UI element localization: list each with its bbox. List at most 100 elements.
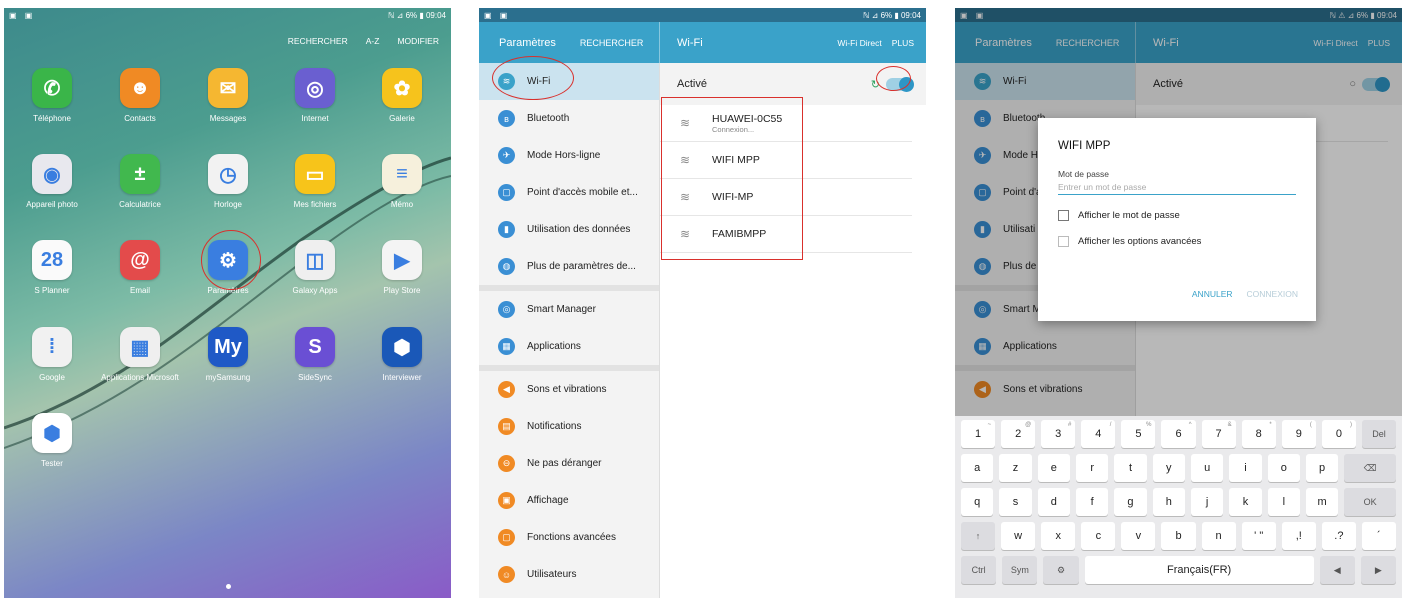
- network-list-highlight: [661, 97, 803, 260]
- key[interactable]: q: [961, 488, 994, 516]
- settings-menu-item[interactable]: ◍ Plus de paramètres de...: [479, 248, 659, 285]
- show-password-checkbox[interactable]: Afficher le mot de passe: [1058, 210, 1296, 221]
- app-15[interactable]: ⁞ Google: [8, 327, 96, 382]
- password-dialog: WIFI MPP Mot de passe Entrer un mot de p…: [1038, 118, 1316, 321]
- password-input[interactable]: Entrer un mot de passe: [1058, 179, 1296, 195]
- wifi-direct-button[interactable]: Wi-Fi Direct: [837, 38, 881, 48]
- key[interactable]: j: [1190, 488, 1224, 516]
- app-18[interactable]: S SideSync: [271, 327, 359, 382]
- app-2[interactable]: ✉ Messages: [184, 68, 272, 123]
- more-button[interactable]: PLUS: [892, 38, 914, 48]
- app-1[interactable]: ☻ Contacts: [96, 68, 184, 123]
- settings-menu-item[interactable]: ʙ Bluetooth: [479, 100, 659, 137]
- app-icon: ✉: [208, 68, 248, 108]
- key[interactable]: e: [1037, 454, 1070, 482]
- app-0[interactable]: ✆ Téléphone: [8, 68, 96, 123]
- key[interactable]: k: [1229, 488, 1262, 516]
- key-secondary: @: [1025, 422, 1032, 428]
- key[interactable]: h: [1152, 488, 1185, 516]
- app-label: Mes fichiers: [293, 200, 337, 209]
- key[interactable]: n: [1201, 522, 1236, 550]
- app-10[interactable]: 28 S Planner: [8, 240, 96, 295]
- key[interactable]: Français(FR): [1084, 556, 1314, 584]
- settings-menu-item[interactable]: ▤ Notifications: [479, 408, 659, 445]
- settings-menu-item[interactable]: ▢ Point d'accès mobile et...: [479, 174, 659, 211]
- key[interactable]: ' ": [1241, 522, 1276, 550]
- app-16[interactable]: ▦ Applications Microsoft: [96, 327, 184, 382]
- app-4[interactable]: ✿ Galerie: [358, 68, 446, 123]
- search-button[interactable]: RECHERCHER: [580, 38, 644, 48]
- app-3[interactable]: ◎ Internet: [271, 68, 359, 123]
- key[interactable]: Del: [1361, 420, 1397, 448]
- app-6[interactable]: ± Calculatrice: [96, 154, 184, 209]
- key[interactable]: 3 #: [1041, 420, 1076, 448]
- key[interactable]: 9(: [1281, 420, 1316, 448]
- key[interactable]: ↑: [961, 522, 996, 550]
- settings-menu-item[interactable]: ▣ Affichage: [479, 482, 659, 519]
- key[interactable]: 6 ^: [1161, 420, 1196, 448]
- app-17[interactable]: My mySamsung: [184, 327, 272, 382]
- key[interactable]: y: [1152, 454, 1185, 482]
- settings-menu-item[interactable]: ▮ Utilisation des données: [479, 211, 659, 248]
- key[interactable]: Ctrl: [961, 556, 997, 584]
- app-20[interactable]: ⬢ Tester: [8, 413, 96, 468]
- menu-icon: ✈: [498, 147, 515, 164]
- app-7[interactable]: ◷ Horloge: [184, 154, 272, 209]
- key[interactable]: 8 *: [1241, 420, 1276, 448]
- key[interactable]: x: [1041, 522, 1076, 550]
- key[interactable]: ⌫: [1344, 454, 1396, 482]
- app-5[interactable]: ◉ Appareil photo: [8, 154, 96, 209]
- key[interactable]: ⚙: [1043, 556, 1079, 584]
- key[interactable]: g: [1114, 488, 1147, 516]
- key[interactable]: t: [1114, 454, 1147, 482]
- key[interactable]: c: [1081, 522, 1116, 550]
- key[interactable]: Sym: [1002, 556, 1038, 584]
- key[interactable]: u: [1190, 454, 1224, 482]
- app-13[interactable]: ◫ Galaxy Apps: [271, 240, 359, 295]
- key[interactable]: OK: [1344, 488, 1396, 516]
- key[interactable]: w: [1001, 522, 1036, 550]
- key[interactable]: ´: [1361, 522, 1397, 550]
- key[interactable]: p: [1305, 454, 1339, 482]
- key[interactable]: i: [1229, 454, 1262, 482]
- app-icon: ◷: [208, 154, 248, 194]
- menu-label: Mode Hors-ligne: [527, 150, 601, 161]
- key[interactable]: b: [1161, 522, 1196, 550]
- key[interactable]: 2 @: [1001, 420, 1036, 448]
- cancel-button[interactable]: ANNULER: [1192, 289, 1233, 299]
- settings-menu-item[interactable]: ◎ Smart Manager: [479, 291, 659, 328]
- key[interactable]: ▶: [1360, 556, 1396, 584]
- key[interactable]: 7 &: [1201, 420, 1236, 448]
- key[interactable]: a: [961, 454, 994, 482]
- menu-label: Affichage: [527, 495, 569, 506]
- key[interactable]: o: [1267, 454, 1300, 482]
- app-19[interactable]: ⬢ Interviewer: [358, 327, 446, 382]
- key[interactable]: 4/: [1081, 420, 1116, 448]
- key[interactable]: s: [999, 488, 1032, 516]
- key[interactable]: z: [999, 454, 1032, 482]
- app-14[interactable]: ▶ Play Store: [358, 240, 446, 295]
- app-11[interactable]: @ Email: [96, 240, 184, 295]
- key[interactable]: 5%: [1121, 420, 1156, 448]
- key[interactable]: r: [1075, 454, 1109, 482]
- settings-menu-item[interactable]: ▦ Applications: [479, 328, 659, 365]
- key[interactable]: ,!: [1281, 522, 1316, 550]
- key[interactable]: .?: [1321, 522, 1356, 550]
- key[interactable]: 1 ~: [961, 420, 996, 448]
- key[interactable]: m: [1305, 488, 1339, 516]
- settings-menu-item[interactable]: ⊖ Ne pas déranger: [479, 445, 659, 482]
- key[interactable]: l: [1267, 488, 1300, 516]
- settings-menu-item[interactable]: ◀ Sons et vibrations: [479, 371, 659, 408]
- key[interactable]: v: [1121, 522, 1156, 550]
- key[interactable]: f: [1075, 488, 1109, 516]
- settings-menu-item[interactable]: ✈ Mode Hors-ligne: [479, 137, 659, 174]
- key[interactable]: d: [1037, 488, 1070, 516]
- show-advanced-checkbox[interactable]: Afficher les options avancées: [1058, 236, 1296, 247]
- settings-menu-item[interactable]: ▢ Fonctions avancées: [479, 519, 659, 556]
- key[interactable]: 0): [1321, 420, 1356, 448]
- key[interactable]: ◀: [1319, 556, 1355, 584]
- app-9[interactable]: ≡ Mémo: [358, 154, 446, 209]
- connect-button[interactable]: CONNEXION: [1247, 289, 1298, 299]
- settings-menu-item[interactable]: ☺ Utilisateurs: [479, 556, 659, 593]
- app-8[interactable]: ▭ Mes fichiers: [271, 154, 359, 209]
